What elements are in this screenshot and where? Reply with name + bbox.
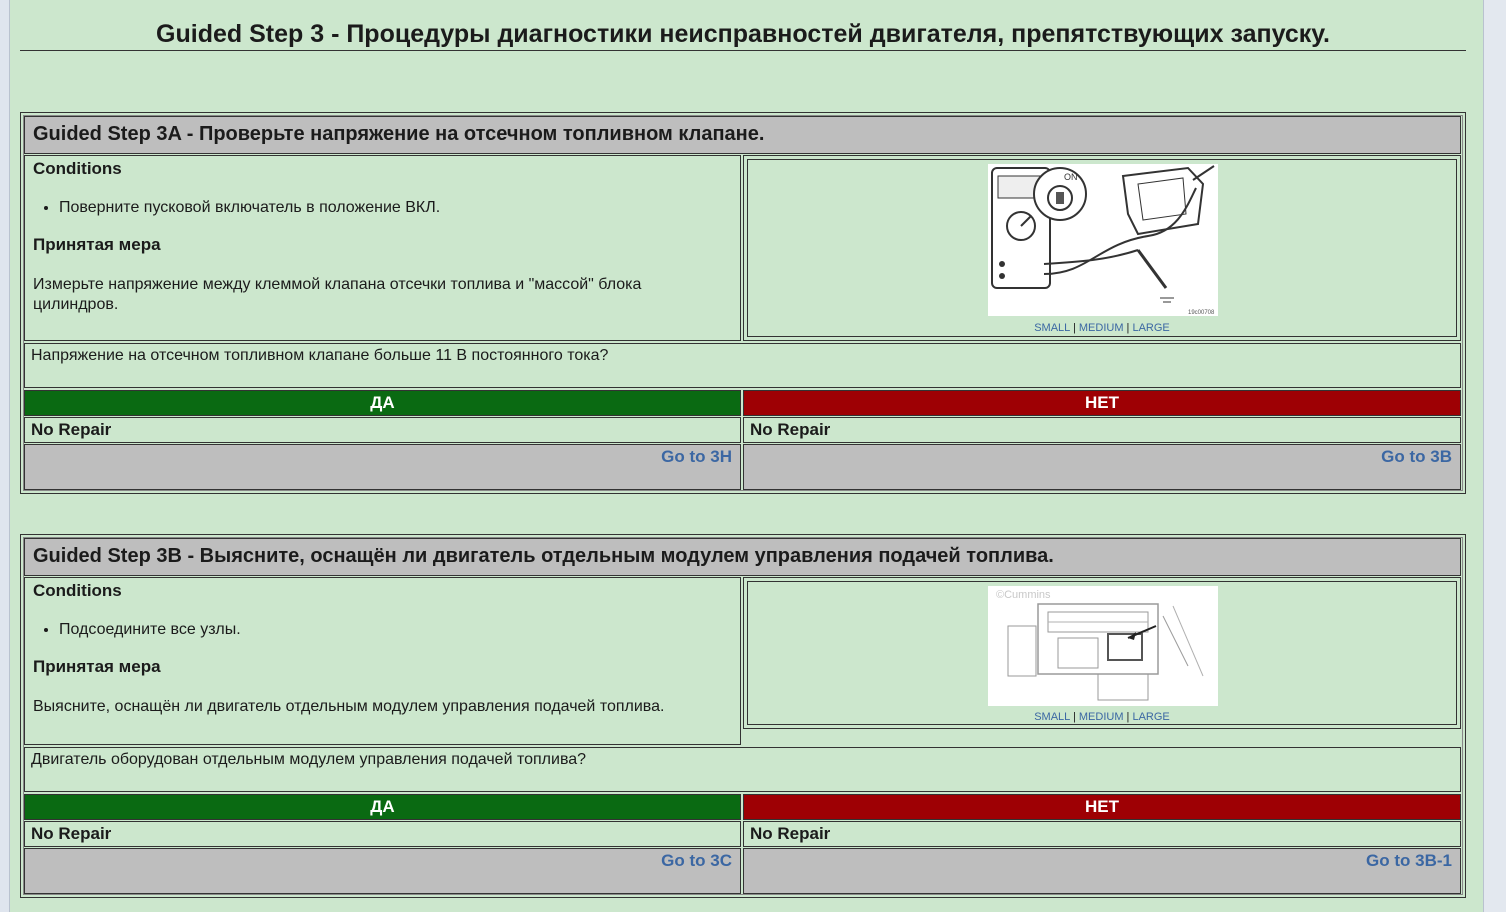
- engine-illustration[interactable]: ©Cummins: [988, 586, 1218, 706]
- small-link[interactable]: SMALL: [1034, 322, 1070, 334]
- step-heading: Guided Step 3B - Выясните, оснащён ли дв…: [24, 538, 1461, 576]
- condition-item: Поверните пусковой включатель в положени…: [59, 199, 740, 217]
- action-text: Измерьте напряжение между клеммой клапан…: [33, 276, 642, 313]
- multimeter-illustration[interactable]: ON 19c00708: [988, 164, 1218, 316]
- no-goto-cell: Go to 3B: [743, 444, 1461, 490]
- no-result: No Repair: [743, 821, 1461, 847]
- yes-result: No Repair: [24, 417, 741, 443]
- step-3a-table: Guided Step 3A - Проверьте напряжение на…: [20, 112, 1466, 494]
- large-link[interactable]: LARGE: [1132, 322, 1169, 334]
- conditions-panel: Conditions Поверните пусковой включатель…: [24, 155, 741, 341]
- conditions-label: Conditions: [33, 159, 122, 178]
- svg-text:©Cummins: ©Cummins: [996, 589, 1051, 601]
- no-goto-cell: Go to 3B-1: [743, 848, 1461, 894]
- conditions-label: Conditions: [33, 581, 122, 600]
- question-text: Напряжение на отсечном топливном клапане…: [24, 343, 1461, 388]
- window-scrollbar[interactable]: [1483, 0, 1506, 912]
- illustration-panel: ON 19c00708 SMALL | MEDIUM | LARGE: [743, 155, 1461, 341]
- image-size-links: SMALL | MEDIUM | LARGE: [1034, 711, 1170, 723]
- svg-text:ON: ON: [1064, 172, 1078, 182]
- image-size-links: SMALL | MEDIUM | LARGE: [1034, 322, 1170, 334]
- page-title: Guided Step 3 - Процедуры диагностики не…: [20, 18, 1466, 51]
- conditions-list: Поверните пусковой включатель в положени…: [33, 199, 740, 217]
- medium-link[interactable]: MEDIUM: [1079, 322, 1124, 334]
- window-left-border: [0, 0, 10, 912]
- yes-header: ДА: [24, 794, 741, 820]
- small-link[interactable]: SMALL: [1034, 711, 1070, 723]
- yes-goto-cell: Go to 3C: [24, 848, 741, 894]
- illustration-panel: ©Cummins SMALL | MEDIUM | LARGE: [743, 577, 1461, 729]
- step-heading: Guided Step 3A - Проверьте напряжение на…: [24, 116, 1461, 154]
- go-to-3b-1-link[interactable]: Go to 3B-1: [1366, 851, 1452, 870]
- yes-goto-cell: Go to 3H: [24, 444, 741, 490]
- yes-result: No Repair: [24, 821, 741, 847]
- go-to-3h-link[interactable]: Go to 3H: [661, 447, 732, 466]
- conditions-panel: Conditions Подсоедините все узлы. Принят…: [24, 577, 741, 745]
- conditions-list: Подсоедините все узлы.: [33, 621, 740, 639]
- action-label: Принятая мера: [33, 235, 161, 254]
- step-3b-table: Guided Step 3B - Выясните, оснащён ли дв…: [20, 534, 1466, 898]
- action-text: Выясните, оснащён ли двигатель отдельным…: [33, 698, 665, 715]
- medium-link[interactable]: MEDIUM: [1079, 711, 1124, 723]
- svg-text:19c00708: 19c00708: [1188, 310, 1215, 316]
- large-link[interactable]: LARGE: [1132, 711, 1169, 723]
- no-result: No Repair: [743, 417, 1461, 443]
- go-to-3c-link[interactable]: Go to 3C: [661, 851, 732, 870]
- condition-item: Подсоедините все узлы.: [59, 621, 740, 639]
- action-label: Принятая мера: [33, 657, 161, 676]
- question-text: Двигатель оборудован отдельным модулем у…: [24, 747, 1461, 792]
- no-header: НЕТ: [743, 390, 1461, 416]
- go-to-3b-link[interactable]: Go to 3B: [1381, 447, 1452, 466]
- no-header: НЕТ: [743, 794, 1461, 820]
- yes-header: ДА: [24, 390, 741, 416]
